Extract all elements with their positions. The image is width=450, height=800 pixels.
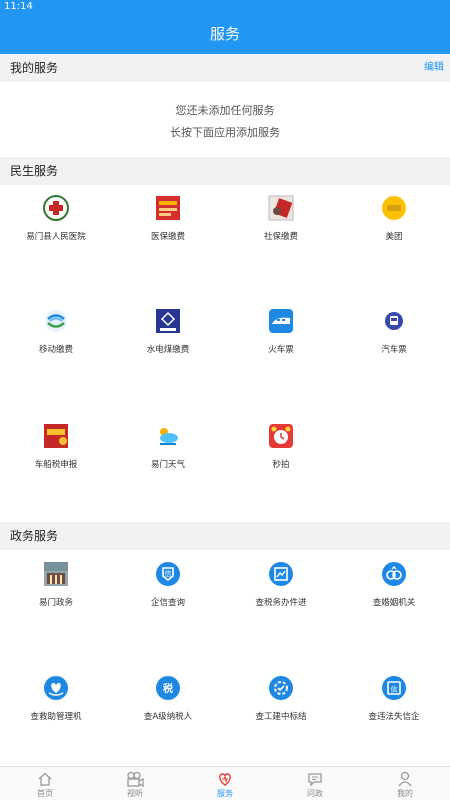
government-building-icon	[43, 561, 69, 587]
service-label: 汽车票	[381, 345, 407, 355]
service-label: 查A级纳税人	[143, 712, 193, 722]
vehicle-tax-icon	[43, 423, 69, 449]
meituan-icon	[381, 195, 407, 221]
service-meituan[interactable]: 美团	[338, 195, 450, 242]
construction-bid-icon	[268, 675, 294, 701]
section-title: 政务服务	[10, 529, 59, 543]
service-medical-insurance[interactable]: 医保缴费	[112, 195, 224, 242]
tab-label: 问政	[307, 789, 323, 798]
service-label: 易门天气	[150, 460, 185, 470]
china-mobile-icon	[43, 308, 69, 334]
section-title: 民生服务	[10, 164, 59, 178]
service-dishonest-company[interactable]: 信 查违法失信企	[338, 675, 450, 722]
message-icon	[308, 773, 322, 787]
service-label: 易门县人民医院	[26, 232, 86, 242]
service-utility-bill[interactable]: 水电煤缴费	[112, 308, 224, 355]
tab-label: 我的	[397, 789, 413, 798]
livelihood-grid: 易门县人民医院 医保缴费 社保缴费 美团 移动缴费 水电煤缴费 火车票 汽车票 …	[0, 195, 450, 495]
page-title: 服务	[0, 14, 450, 54]
service-label: 火车票	[268, 345, 294, 355]
service-miaopai[interactable]: 秒拍	[225, 423, 337, 470]
section-title: 我的服务	[10, 61, 59, 75]
utility-bill-icon	[155, 308, 181, 334]
service-relief-management[interactable]: 查救助管理机	[0, 675, 112, 722]
service-marriage-office[interactable]: 查婚姻机关	[338, 561, 450, 608]
service-label: 查税务办件进	[255, 598, 307, 608]
section-header-my-services: 我的服务 编辑	[0, 54, 450, 82]
status-time: 11:14	[4, 1, 33, 12]
relief-icon	[43, 675, 69, 701]
svg-text:信: 信	[165, 569, 172, 578]
service-label: 企信查询	[150, 598, 185, 608]
service-label: 查救助管理机	[30, 712, 82, 722]
heart-service-icon	[219, 773, 231, 786]
service-a-taxpayer[interactable]: 税 查A级纳税人	[112, 675, 224, 722]
service-weather[interactable]: 易门天气	[112, 423, 224, 470]
service-label: 易门政务	[38, 598, 73, 608]
edit-button[interactable]: 编辑	[424, 54, 444, 82]
dishonest-company-icon: 信	[381, 675, 407, 701]
a-taxpayer-icon: 税	[155, 675, 181, 701]
service-enterprise-credit[interactable]: 信 企信查询	[112, 561, 224, 608]
enterprise-credit-icon: 信	[155, 561, 181, 587]
service-label: 美团	[385, 232, 403, 242]
tab-label: 视听	[127, 789, 143, 798]
service-label: 查违法失信企	[368, 712, 420, 722]
service-construction-bid[interactable]: 查工建中标结	[225, 675, 337, 722]
tab-mine[interactable]: 我的	[360, 767, 450, 800]
status-bar: 11:14	[0, 0, 450, 14]
bus-icon	[381, 308, 407, 334]
tab-inquiry[interactable]: 问政	[270, 767, 360, 800]
svg-text:信: 信	[391, 685, 398, 694]
empty-message-line2: 长按下面应用添加服务	[170, 126, 280, 139]
tab-label: 首页	[37, 789, 53, 798]
government-grid: 易门政务 信 企信查询 查税务办件进 查婚姻机关 查救助管理机 税 查A级纳税人	[0, 561, 450, 761]
tab-video[interactable]: 视听	[90, 767, 180, 800]
medical-insurance-icon	[155, 195, 181, 221]
service-label: 社保缴费	[263, 232, 298, 242]
section-header-government: 政务服务	[0, 522, 450, 550]
service-tax-progress[interactable]: 查税务办件进	[225, 561, 337, 608]
section-header-livelihood: 民生服务	[0, 157, 450, 185]
tab-services[interactable]: 服务	[180, 767, 270, 800]
service-yimen-gov[interactable]: 易门政务	[0, 561, 112, 608]
service-vehicle-tax[interactable]: 车船税申报	[0, 423, 112, 470]
weather-icon	[155, 423, 181, 449]
service-bus-ticket[interactable]: 汽车票	[338, 308, 450, 355]
service-label: 移动缴费	[38, 345, 73, 355]
service-label: 水电煤缴费	[146, 345, 190, 355]
tab-label: 服务	[217, 789, 233, 798]
tax-progress-icon	[268, 561, 294, 587]
service-label: 医保缴费	[150, 232, 185, 242]
svg-text:税: 税	[163, 682, 173, 695]
bottom-tab-bar: 首页 视听 服务 问政 我的	[0, 766, 450, 800]
service-train-ticket[interactable]: 火车票	[225, 308, 337, 355]
empty-message-line1: 您还未添加任何服务	[175, 104, 275, 117]
video-camera-icon	[127, 771, 144, 787]
social-security-icon	[268, 195, 294, 221]
service-label: 车船税申报	[34, 460, 78, 470]
user-icon	[398, 771, 412, 787]
service-mobile-pay[interactable]: 移动缴费	[0, 308, 112, 355]
service-label: 查婚姻机关	[372, 598, 416, 608]
train-icon	[268, 308, 294, 334]
home-icon	[38, 772, 52, 786]
service-social-security[interactable]: 社保缴费	[225, 195, 337, 242]
service-label: 秒拍	[272, 460, 290, 470]
service-hospital[interactable]: 易门县人民医院	[0, 195, 112, 242]
tab-home[interactable]: 首页	[0, 767, 90, 800]
alarm-clock-icon	[268, 423, 294, 449]
hospital-icon	[43, 195, 69, 221]
marriage-icon	[381, 561, 407, 587]
service-label: 查工建中标结	[255, 712, 307, 722]
